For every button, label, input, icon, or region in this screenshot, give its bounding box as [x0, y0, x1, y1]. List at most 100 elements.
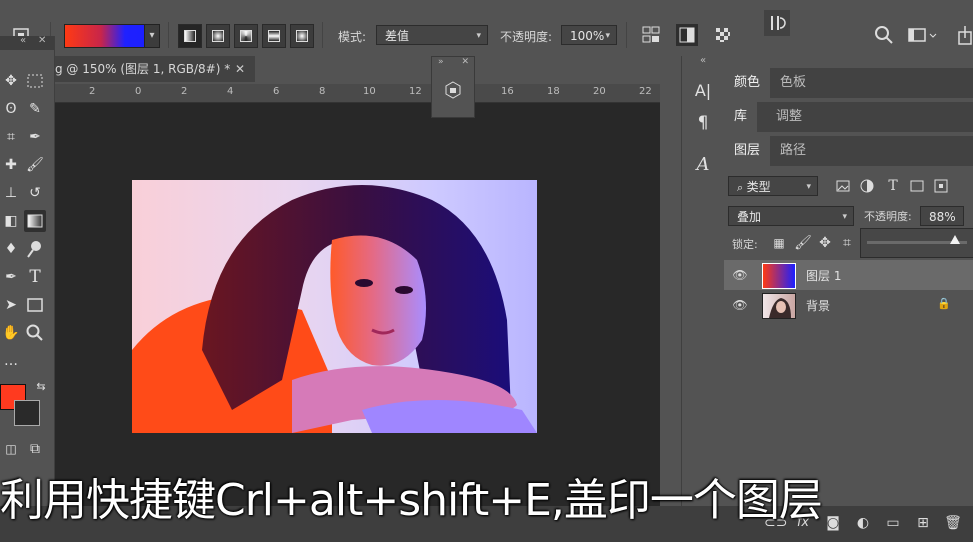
- type-icon[interactable]: T: [24, 266, 46, 288]
- eyedropper-icon[interactable]: ✒: [24, 126, 46, 148]
- hand-icon[interactable]: ✋: [0, 322, 22, 344]
- opacity-slider-thumb[interactable]: [950, 235, 960, 244]
- layer-row[interactable]: 👁 图层 1: [724, 260, 973, 290]
- gradient-swatch[interactable]: [64, 24, 146, 48]
- zoom-icon[interactable]: [24, 322, 46, 344]
- lock-pixels-icon[interactable]: 🖌: [792, 232, 814, 254]
- close-icon[interactable]: ✕: [235, 56, 245, 82]
- blend-mode-value: 叠加: [737, 210, 762, 224]
- paragraph-panel-icon[interactable]: ¶: [692, 112, 714, 134]
- filter-smart-object-icon[interactable]: [930, 175, 952, 197]
- mode-label: 模式:: [338, 30, 367, 44]
- expand-icon[interactable]: »: [438, 57, 444, 67]
- ruler-tick-label: 8: [319, 86, 326, 97]
- tab-swatches[interactable]: 色板: [770, 68, 816, 98]
- ruler-tick-label: 2: [89, 86, 96, 97]
- angle-gradient-button[interactable]: [234, 24, 258, 48]
- swap-colors-icon[interactable]: ⇆: [30, 376, 52, 398]
- document-tab[interactable]: g @ 150% (图层 1, RGB/8#) * ✕: [55, 56, 255, 82]
- character-panel-icon[interactable]: A|: [692, 80, 714, 102]
- quick-mask-icon[interactable]: ◫: [0, 438, 22, 460]
- layer-filter-dropdown[interactable]: ⌕ 类型 ▾: [728, 176, 818, 196]
- document-tab-title: g @ 150% (图层 1, RGB/8#) *: [55, 62, 231, 76]
- opacity-value: 100%: [570, 29, 605, 43]
- layer-filter-value: 类型: [746, 180, 771, 194]
- layers-tabs: 图层 路径: [724, 136, 973, 166]
- ruler-tick-label: 2: [181, 86, 188, 97]
- filter-pixel-icon[interactable]: [832, 175, 854, 197]
- tools-panel: « ✕ ✥ ʘ ✎ ⌗ ✒ ✚ 🖌 ⊥ ↺ ◧ ♦ ✒ T ➤ ✋ … ⇆ ◫ …: [0, 35, 55, 506]
- eraser-icon[interactable]: ◧: [0, 210, 22, 232]
- marquee-icon[interactable]: [24, 70, 46, 92]
- reverse-grid-icon[interactable]: [640, 24, 662, 46]
- shape-icon[interactable]: [24, 294, 46, 316]
- workspace-icon[interactable]: [906, 24, 940, 46]
- gradient-picker-dropdown[interactable]: ▾: [144, 24, 160, 48]
- pen-icon[interactable]: ✒: [0, 266, 22, 288]
- portrait-photo: [132, 185, 537, 433]
- layer-opacity-field[interactable]: 88%: [920, 206, 964, 226]
- edit-toolbar-icon[interactable]: …: [0, 350, 22, 372]
- library-tabs: 库 调整: [724, 102, 973, 132]
- background-color-swatch[interactable]: [14, 400, 40, 426]
- transparency-toggle[interactable]: [712, 24, 734, 46]
- tab-layers[interactable]: 图层: [724, 136, 771, 166]
- ruler-tick-label: 12: [409, 86, 422, 97]
- dodge-icon[interactable]: [24, 238, 46, 260]
- stamp-icon[interactable]: ⊥: [0, 182, 22, 204]
- linear-gradient-button[interactable]: [178, 24, 202, 48]
- lock-transparent-icon[interactable]: ▦: [768, 232, 790, 254]
- lock-artboard-icon[interactable]: ⌗: [836, 232, 858, 254]
- radial-gradient-button[interactable]: [206, 24, 230, 48]
- blend-mode-dropdown[interactable]: 叠加 ▾: [728, 206, 854, 226]
- healing-icon[interactable]: ✚: [0, 154, 22, 176]
- lock-icon: 🔒: [937, 297, 951, 310]
- opacity-slider-popup: [860, 228, 973, 258]
- layer-thumbnail: [762, 293, 796, 319]
- opacity-label: 不透明度:: [500, 30, 553, 44]
- eye-icon[interactable]: 👁: [732, 297, 748, 313]
- tab-color[interactable]: 颜色: [724, 68, 771, 98]
- reflected-gradient-button[interactable]: [262, 24, 286, 48]
- layer-row[interactable]: 👁 背景 🔒: [724, 290, 973, 320]
- glyphs-panel-icon[interactable]: A: [692, 154, 714, 176]
- path-select-icon[interactable]: ➤: [0, 294, 22, 316]
- dither-toggle[interactable]: [676, 24, 698, 46]
- share-icon[interactable]: [955, 24, 973, 46]
- ruler-tick-label: 16: [501, 86, 514, 97]
- tab-libraries[interactable]: 库: [724, 102, 758, 132]
- eye-icon[interactable]: 👁: [732, 267, 748, 283]
- history-brush-icon[interactable]: ↺: [24, 182, 46, 204]
- layer-opacity-value: 88%: [929, 210, 956, 224]
- screen-mode-icon[interactable]: ⧉: [24, 438, 46, 460]
- lock-position-icon[interactable]: ✥: [814, 232, 836, 254]
- tools-panel-header[interactable]: « ✕: [0, 35, 54, 50]
- tab-adjustments[interactable]: 调整: [766, 102, 812, 132]
- collapse-icon[interactable]: «: [700, 55, 706, 66]
- filter-type-icon[interactable]: T: [882, 175, 904, 197]
- brush-icon[interactable]: 🖌: [24, 154, 46, 176]
- filter-shape-icon[interactable]: [906, 175, 928, 197]
- diamond-gradient-button[interactable]: [290, 24, 314, 48]
- close-icon[interactable]: ✕: [461, 57, 469, 67]
- quick-select-icon[interactable]: ✎: [24, 98, 46, 120]
- document-image[interactable]: [132, 180, 537, 433]
- opacity-field[interactable]: 100% ▾: [561, 25, 617, 45]
- tab-paths[interactable]: 路径: [770, 136, 816, 166]
- ruler-tick-label: 0: [135, 86, 142, 97]
- rotate-view-icon[interactable]: [764, 10, 790, 36]
- blur-icon[interactable]: ♦: [0, 238, 22, 260]
- filter-adjustment-icon[interactable]: [856, 175, 878, 197]
- gradient-icon[interactable]: [24, 210, 46, 232]
- color-tabs: 颜色 色板: [724, 68, 973, 98]
- mini-floating-panel: » ✕: [431, 56, 475, 118]
- move-icon[interactable]: ✥: [0, 70, 22, 92]
- layer-name: 图层 1: [806, 269, 842, 283]
- crop-icon[interactable]: ⌗: [0, 126, 22, 148]
- 3d-panel-icon[interactable]: [442, 79, 464, 101]
- search-icon[interactable]: [873, 24, 895, 46]
- lasso-icon[interactable]: ʘ: [0, 98, 22, 120]
- ruler-tick-label: 22: [639, 86, 652, 97]
- mode-dropdown[interactable]: 差值 ▾: [376, 25, 488, 45]
- video-subtitle: 利用快捷键Crl+alt+shift+E,盖印一个图层: [0, 475, 823, 526]
